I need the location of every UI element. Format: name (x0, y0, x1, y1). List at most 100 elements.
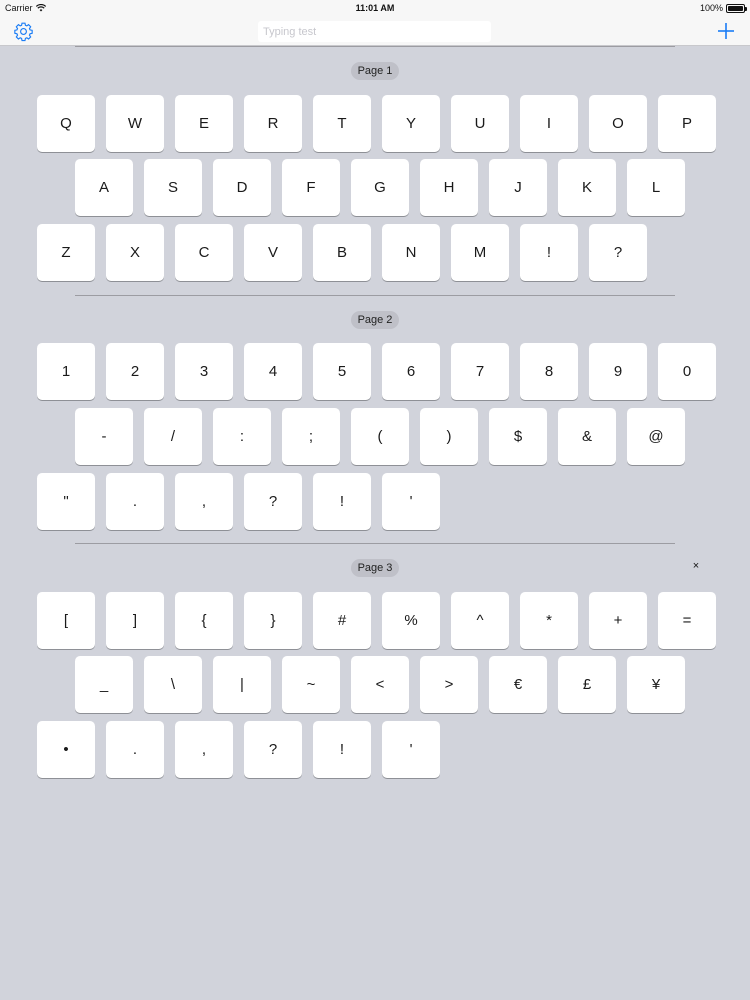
key[interactable]: A (75, 159, 133, 216)
key[interactable]: 0 (658, 343, 716, 400)
key[interactable]: { (175, 592, 233, 649)
key[interactable]: 5 (313, 343, 371, 400)
key[interactable]: K (558, 159, 616, 216)
gear-icon[interactable] (13, 21, 34, 42)
key[interactable]: . (106, 721, 164, 778)
key[interactable]: ' (382, 473, 440, 530)
key[interactable]: . (106, 473, 164, 530)
key[interactable]: ) (420, 408, 478, 465)
key[interactable]: • (37, 721, 95, 778)
key[interactable]: 4 (244, 343, 302, 400)
key[interactable]: : (213, 408, 271, 465)
key[interactable]: ] (106, 592, 164, 649)
page-2-row-2: - /:;() $ & @ (75, 408, 685, 465)
key[interactable]: 3 (175, 343, 233, 400)
key[interactable]: > (420, 656, 478, 713)
key[interactable]: $ (489, 408, 547, 465)
key[interactable]: * (520, 592, 578, 649)
battery-icon (726, 3, 747, 13)
page-divider (75, 46, 675, 47)
key[interactable]: @ (627, 408, 685, 465)
key[interactable]: # (313, 592, 371, 649)
page-3-row-1: []{} #% ^ * + = (37, 592, 716, 649)
page-divider (75, 543, 675, 544)
page-divider (75, 295, 675, 296)
plus-icon[interactable] (715, 20, 737, 42)
page-1-row-2: ASDFGHJKL (75, 159, 685, 216)
key[interactable]: 7 (451, 343, 509, 400)
key[interactable]: - (75, 408, 133, 465)
key[interactable]: £ (558, 656, 616, 713)
key[interactable]: L (627, 159, 685, 216)
key[interactable]: \ (144, 656, 202, 713)
key[interactable]: V (244, 224, 302, 281)
key[interactable]: W (106, 95, 164, 152)
key[interactable]: ¥ (627, 656, 685, 713)
navigation-bar (0, 16, 750, 46)
key[interactable]: ? (589, 224, 647, 281)
page-3-label[interactable]: Page 3 (351, 559, 399, 577)
key[interactable]: Y (382, 95, 440, 152)
key[interactable]: € (489, 656, 547, 713)
status-time: 11:01 AM (355, 3, 395, 13)
key[interactable]: = (658, 592, 716, 649)
key[interactable]: U (451, 95, 509, 152)
key[interactable]: I (520, 95, 578, 152)
page-2-row-3: ".,?! ' (37, 473, 440, 530)
key[interactable]: S (144, 159, 202, 216)
status-bar: Carrier 11:01 AM 100% (0, 0, 750, 16)
key[interactable]: G (351, 159, 409, 216)
key[interactable]: ^ (451, 592, 509, 649)
key[interactable]: + (589, 592, 647, 649)
key[interactable]: Q (37, 95, 95, 152)
key[interactable]: , (175, 721, 233, 778)
key[interactable]: 6 (382, 343, 440, 400)
key[interactable]: 8 (520, 343, 578, 400)
key[interactable]: Z (37, 224, 95, 281)
key[interactable]: T (313, 95, 371, 152)
key[interactable]: 9 (589, 343, 647, 400)
page-1-label[interactable]: Page 1 (351, 62, 399, 80)
key[interactable]: ! (313, 473, 371, 530)
key[interactable]: H (420, 159, 478, 216)
key[interactable]: < (351, 656, 409, 713)
key[interactable]: 1 (37, 343, 95, 400)
key[interactable]: , (175, 473, 233, 530)
key[interactable]: ; (282, 408, 340, 465)
key[interactable]: [ (37, 592, 95, 649)
key[interactable]: ? (244, 473, 302, 530)
key[interactable]: ? (244, 721, 302, 778)
key[interactable]: & (558, 408, 616, 465)
typing-test-input[interactable] (258, 21, 491, 42)
key[interactable]: " (37, 473, 95, 530)
key[interactable]: / (144, 408, 202, 465)
page-3-row-3: •.,?! ' (37, 721, 440, 778)
key[interactable]: ~ (282, 656, 340, 713)
key[interactable]: ! (313, 721, 371, 778)
key[interactable]: | (213, 656, 271, 713)
key[interactable]: O (589, 95, 647, 152)
key[interactable]: % (382, 592, 440, 649)
key[interactable]: ( (351, 408, 409, 465)
key[interactable]: 2 (106, 343, 164, 400)
key[interactable]: D (213, 159, 271, 216)
key[interactable]: _ (75, 656, 133, 713)
key[interactable]: B (313, 224, 371, 281)
key[interactable]: R (244, 95, 302, 152)
key[interactable]: E (175, 95, 233, 152)
page-1-row-1: QWERTYUIOP (37, 95, 716, 152)
key[interactable]: J (489, 159, 547, 216)
key[interactable]: P (658, 95, 716, 152)
key[interactable]: C (175, 224, 233, 281)
key[interactable]: F (282, 159, 340, 216)
key[interactable]: } (244, 592, 302, 649)
key[interactable]: ' (382, 721, 440, 778)
key[interactable]: ! (520, 224, 578, 281)
key[interactable]: N (382, 224, 440, 281)
close-page-button[interactable]: × (690, 560, 702, 572)
key[interactable]: M (451, 224, 509, 281)
page-2-row-1: 1234567890 (37, 343, 716, 400)
key[interactable]: X (106, 224, 164, 281)
page-2-label[interactable]: Page 2 (351, 311, 399, 329)
battery-group: 100% (700, 3, 747, 13)
